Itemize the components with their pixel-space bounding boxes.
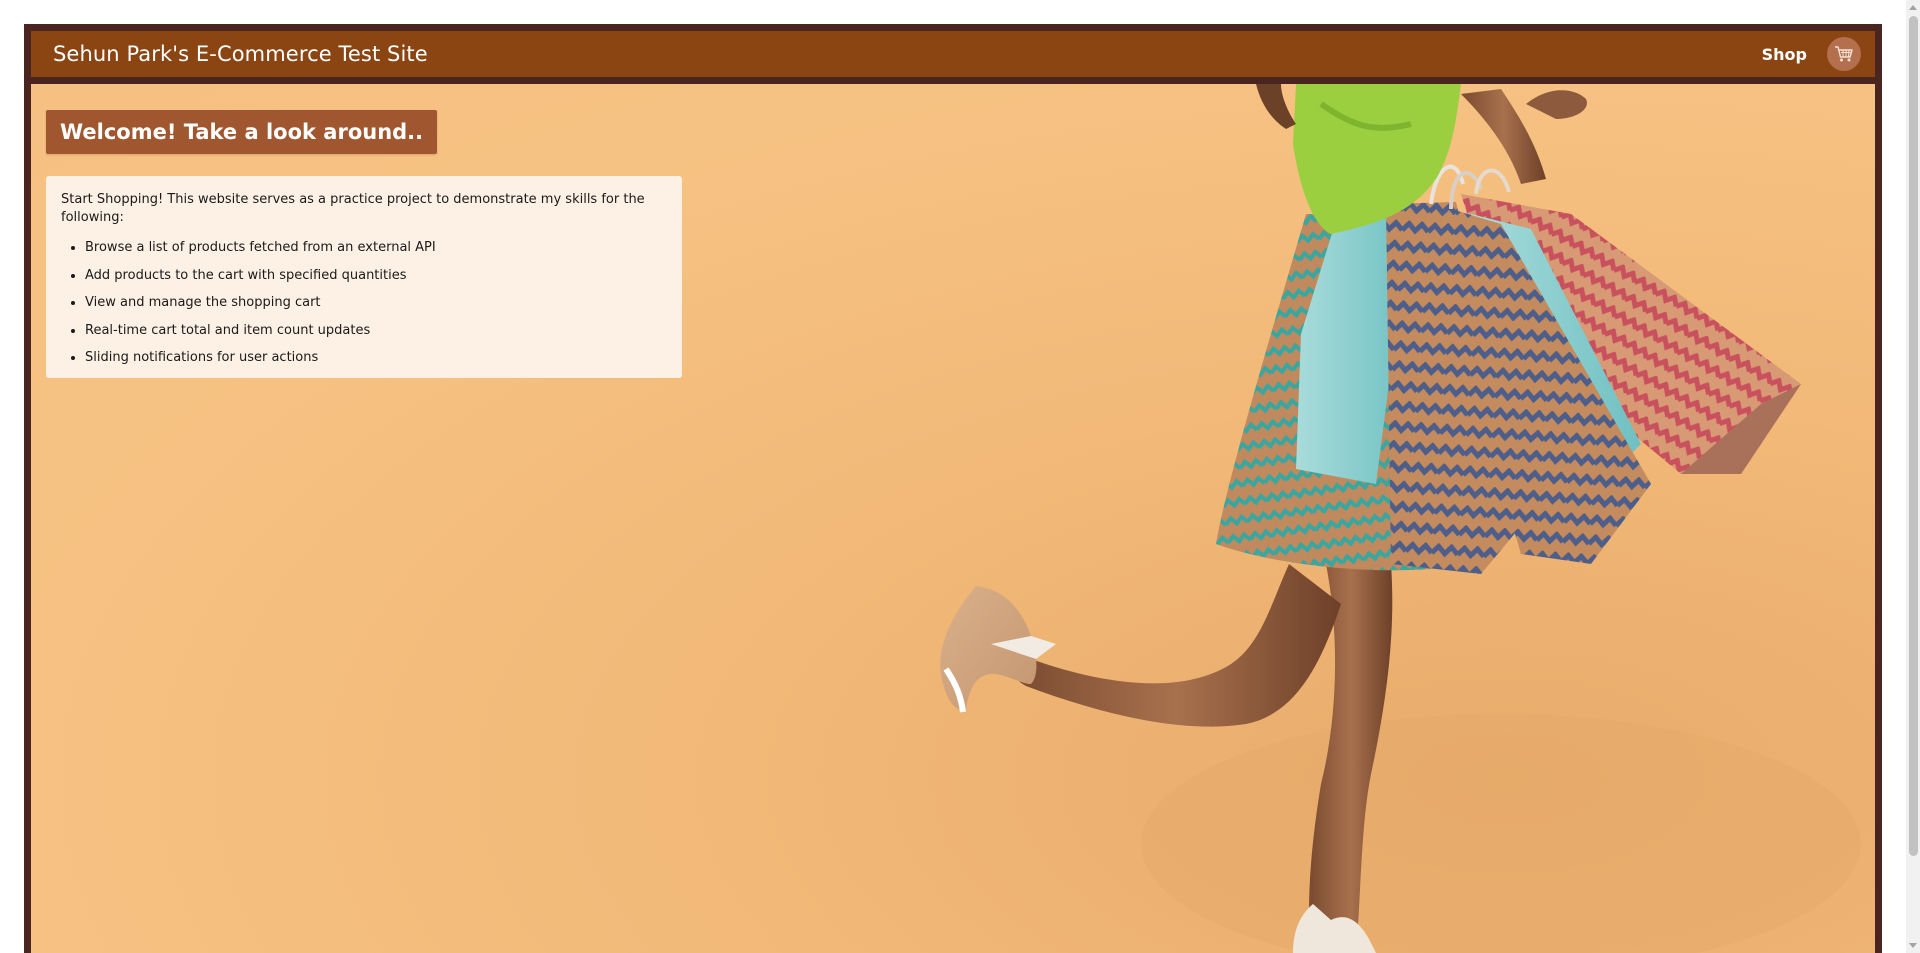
- feature-item: Add products to the cart with specified …: [85, 267, 667, 285]
- vertical-scrollbar[interactable]: [1906, 0, 1920, 953]
- shopping-cart-icon: [1835, 46, 1853, 62]
- shop-link[interactable]: Shop: [1762, 45, 1807, 64]
- welcome-heading: Welcome! Take a look around..: [46, 110, 438, 154]
- hero-section: Welcome! Take a look around.. Start Shop…: [31, 84, 1875, 953]
- feature-item: Real-time cart total and item count upda…: [85, 322, 667, 340]
- scroll-thumb[interactable]: [1909, 16, 1918, 856]
- cart-button[interactable]: [1827, 37, 1861, 71]
- navbar: Sehun Park's E-Commerce Test Site Shop: [31, 31, 1875, 77]
- feature-item: Sliding notifications for user actions: [85, 349, 667, 367]
- page-frame: Sehun Park's E-Commerce Test Site Shop W…: [24, 24, 1882, 953]
- scroll-up-icon[interactable]: [1909, 5, 1917, 10]
- site-title[interactable]: Sehun Park's E-Commerce Test Site: [53, 42, 428, 66]
- feature-list: Browse a list of products fetched from a…: [61, 239, 667, 367]
- feature-item: Browse a list of products fetched from a…: [85, 239, 667, 257]
- nav-right: Shop: [1762, 37, 1861, 71]
- info-card: Start Shopping! This website serves as a…: [46, 176, 682, 378]
- info-intro: Start Shopping! This website serves as a…: [61, 192, 645, 225]
- feature-item: View and manage the shopping cart: [85, 294, 667, 312]
- scroll-down-icon[interactable]: [1909, 943, 1917, 948]
